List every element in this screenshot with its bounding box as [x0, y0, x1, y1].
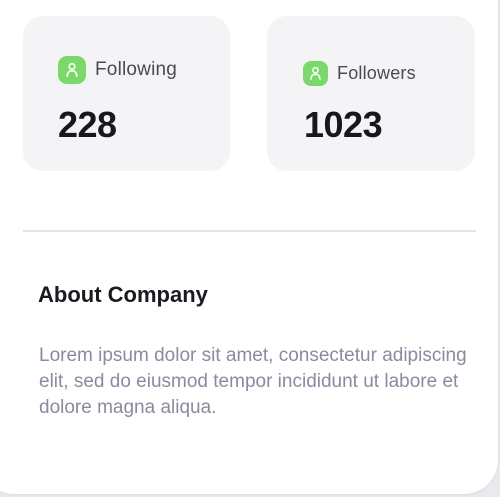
- section-divider: [23, 230, 476, 232]
- following-stat-header: Following: [58, 56, 177, 84]
- following-stat-card[interactable]: Following 228: [23, 16, 230, 171]
- user-icon: [58, 56, 86, 84]
- followers-stat-card[interactable]: Followers 1023: [267, 16, 475, 171]
- following-label: Following: [95, 59, 178, 80]
- followers-count: 1023: [304, 104, 383, 145]
- followers-stat-header: Followers: [303, 61, 416, 86]
- about-company-heading: About Company: [38, 282, 208, 307]
- user-icon: [303, 61, 328, 86]
- followers-label: Followers: [337, 63, 416, 83]
- about-company-description: Lorem ipsum dolor sit amet, consectetur …: [39, 345, 467, 418]
- following-count: 228: [58, 104, 117, 145]
